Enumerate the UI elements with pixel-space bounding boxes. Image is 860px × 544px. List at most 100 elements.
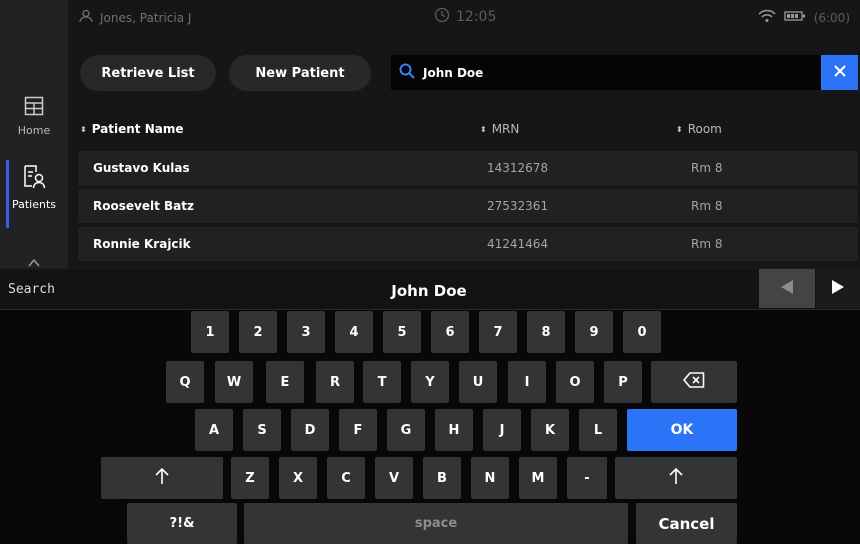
retrieve-list-button[interactable]: Retrieve List: [80, 55, 216, 91]
ok-button[interactable]: OK: [627, 409, 737, 451]
clear-search-button[interactable]: [821, 55, 858, 90]
key-n[interactable]: N: [471, 457, 509, 499]
space-key[interactable]: space: [244, 503, 628, 544]
key-j[interactable]: J: [483, 409, 521, 451]
backspace-icon: [683, 372, 705, 392]
key-g[interactable]: G: [387, 409, 425, 451]
patient-room: Rm 8: [691, 199, 723, 213]
key-5[interactable]: 5: [383, 311, 421, 353]
home-icon: [24, 96, 44, 120]
patient-mrn: 27532361: [487, 199, 549, 213]
arrow-up-icon: [669, 467, 683, 489]
column-header-room[interactable]: ⬍ Room: [676, 122, 722, 136]
search-icon: [399, 63, 415, 83]
key-6[interactable]: 6: [431, 311, 469, 353]
clock: 12:05: [434, 7, 496, 27]
cancel-button[interactable]: Cancel: [636, 503, 737, 544]
key-b[interactable]: B: [423, 457, 461, 499]
wifi-icon: [758, 9, 776, 26]
key-t[interactable]: T: [363, 361, 401, 403]
user-name: Jones, Patricia J: [100, 10, 192, 25]
key-9[interactable]: 9: [575, 311, 613, 353]
shift-left-key[interactable]: [101, 457, 223, 499]
patient-room: Rm 8: [691, 161, 723, 175]
sidebar-item-patients[interactable]: Patients: [0, 160, 68, 228]
key-i[interactable]: I: [508, 361, 546, 403]
sidebar: Home Patients: [0, 0, 68, 268]
backspace-key[interactable]: [651, 361, 737, 403]
keyboard-input-value: John Doe: [391, 282, 467, 300]
key-8[interactable]: 8: [527, 311, 565, 353]
key-2[interactable]: 2: [239, 311, 277, 353]
column-header-mrn[interactable]: ⬍ MRN: [480, 122, 519, 136]
key-e[interactable]: E: [266, 361, 304, 403]
key-0[interactable]: 0: [623, 311, 661, 353]
patient-name: Gustavo Kulas: [93, 161, 190, 175]
battery-remaining: (6:00): [813, 10, 850, 25]
patients-icon: [22, 164, 46, 194]
shift-right-key[interactable]: [615, 457, 737, 499]
time-text: 12:05: [456, 9, 497, 25]
search-value: John Doe: [423, 65, 484, 80]
key-v[interactable]: V: [375, 457, 413, 499]
key-1[interactable]: 1: [191, 311, 229, 353]
user-icon: [78, 9, 94, 26]
key-m[interactable]: M: [519, 457, 557, 499]
key-hyphen[interactable]: -: [567, 457, 607, 499]
column-header-name[interactable]: ⬍ Patient Name: [80, 122, 184, 136]
column-header-label: Room: [687, 122, 722, 136]
sort-icon: ⬍: [676, 124, 683, 134]
key-r[interactable]: R: [316, 361, 354, 403]
patient-mrn: 14312678: [487, 161, 549, 175]
key-7[interactable]: 7: [479, 311, 517, 353]
key-o[interactable]: O: [556, 361, 594, 403]
key-3[interactable]: 3: [287, 311, 325, 353]
symbols-key[interactable]: ?!&: [127, 503, 237, 544]
key-h[interactable]: H: [435, 409, 473, 451]
table-row[interactable]: Ronnie Krajcik 41241464 Rm 8: [78, 227, 858, 261]
sort-icon: ⬍: [480, 124, 487, 134]
sidebar-item-label: Home: [17, 124, 51, 137]
sidebar-item-home[interactable]: Home: [0, 96, 68, 146]
key-l[interactable]: L: [579, 409, 617, 451]
key-x[interactable]: X: [279, 457, 317, 499]
sidebar-scroll-up[interactable]: [0, 252, 68, 268]
sort-icon: ⬍: [80, 124, 87, 134]
column-header-label: MRN: [491, 122, 520, 136]
key-u[interactable]: U: [459, 361, 497, 403]
key-w[interactable]: W: [215, 361, 253, 403]
search-input[interactable]: John Doe: [391, 55, 858, 90]
new-patient-button[interactable]: New Patient: [229, 55, 371, 91]
keyboard-input-bar: Search John Doe: [0, 268, 860, 310]
column-header-label: Patient Name: [91, 122, 184, 136]
previous-field-button[interactable]: [759, 269, 815, 308]
table-header: ⬍ Patient Name ⬍ MRN ⬍ Room: [78, 116, 858, 142]
table-row[interactable]: Roosevelt Batz 27532361 Rm 8: [78, 189, 858, 223]
sidebar-item-label: Patients: [11, 198, 57, 211]
key-4[interactable]: 4: [335, 311, 373, 353]
patient-name: Ronnie Krajcik: [93, 237, 191, 251]
patient-room: Rm 8: [691, 237, 723, 251]
key-d[interactable]: D: [291, 409, 329, 451]
status-bar: Jones, Patricia J 12:05 (6:00): [68, 0, 860, 36]
arrow-up-icon: [155, 467, 169, 489]
next-field-button[interactable]: [816, 269, 860, 308]
close-icon: [833, 63, 847, 82]
triangle-right-icon: [831, 279, 845, 299]
key-z[interactable]: Z: [231, 457, 269, 499]
current-user: Jones, Patricia J: [78, 9, 191, 26]
patient-mrn: 41241464: [487, 237, 549, 251]
key-p[interactable]: P: [604, 361, 642, 403]
patient-name: Roosevelt Batz: [93, 199, 194, 213]
battery-icon: [784, 10, 806, 25]
key-f[interactable]: F: [339, 409, 377, 451]
key-c[interactable]: C: [327, 457, 365, 499]
device-status: (6:00): [758, 9, 850, 26]
triangle-left-icon: [780, 279, 794, 299]
key-q[interactable]: Q: [166, 361, 204, 403]
key-a[interactable]: A: [195, 409, 233, 451]
key-y[interactable]: Y: [411, 361, 449, 403]
table-row[interactable]: Gustavo Kulas 14312678 Rm 8: [78, 151, 858, 185]
key-k[interactable]: K: [531, 409, 569, 451]
key-s[interactable]: S: [243, 409, 281, 451]
